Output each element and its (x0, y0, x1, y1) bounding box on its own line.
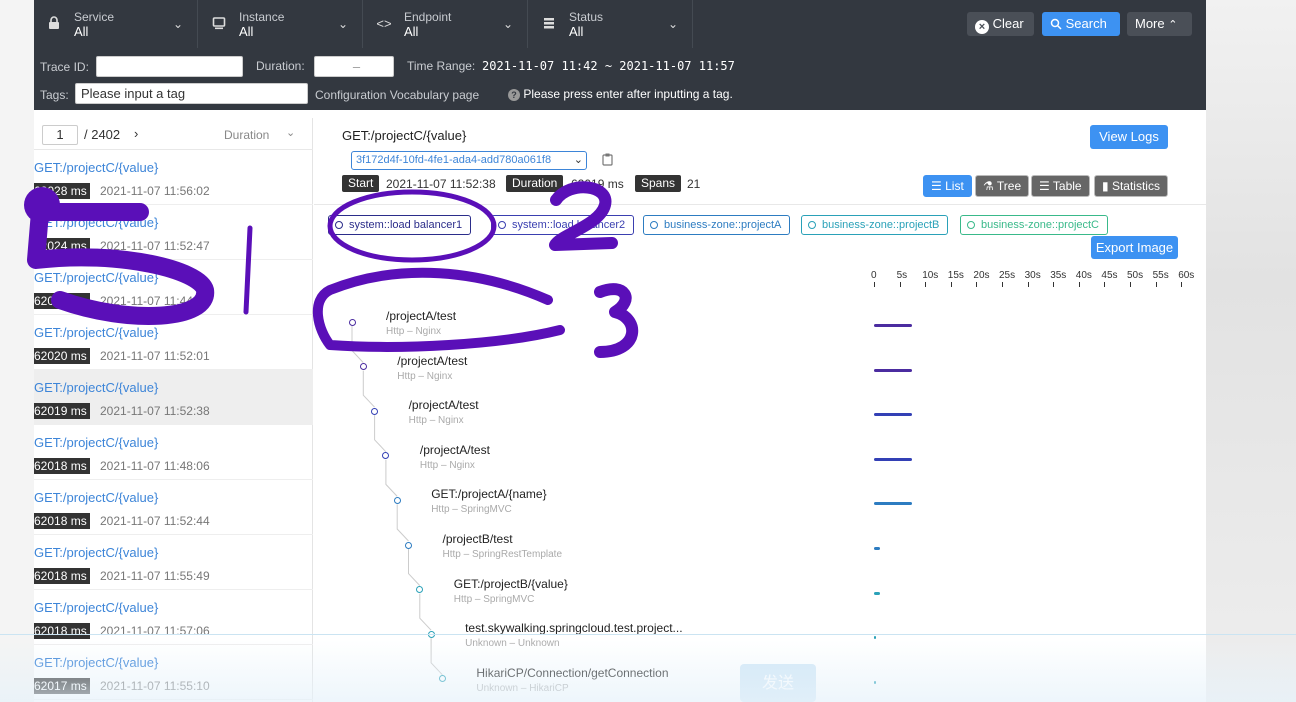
annotation-loop-span (312, 267, 565, 352)
handwritten-annotations (24, 181, 639, 358)
annotation-stroke-bar (243, 225, 253, 315)
annotation-stroke-five (27, 203, 215, 326)
annotation-circle-service (327, 189, 497, 263)
annotation-stroke-three (594, 283, 639, 358)
annotation-stroke-two (549, 181, 618, 251)
